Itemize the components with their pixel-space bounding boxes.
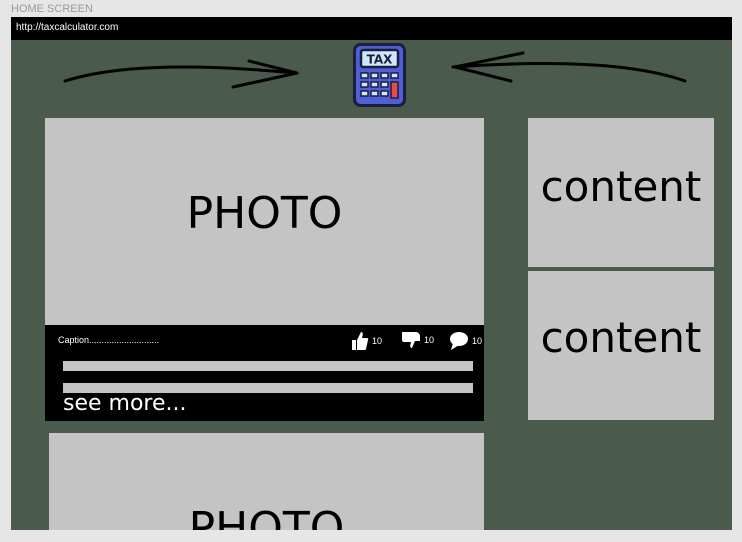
content-label: content	[540, 162, 702, 211]
caption-line	[63, 361, 473, 371]
content-card[interactable]: content	[528, 271, 714, 420]
like-count: 10	[372, 336, 383, 346]
calculator-icon[interactable]: TAX	[353, 43, 406, 107]
arrow-left-icon	[451, 51, 687, 83]
see-more-link[interactable]: see more...	[63, 391, 187, 416]
content-card[interactable]: content	[528, 118, 714, 267]
thumbs-down-icon	[402, 332, 420, 348]
comment-stat[interactable]: 10	[449, 331, 482, 351]
dislike-count: 10	[424, 335, 435, 345]
post-caption-bar: Caption............................ 10 1…	[45, 325, 484, 421]
logo-text: TAX	[367, 53, 394, 67]
thumbs-up-icon	[352, 332, 369, 350]
like-stat[interactable]: 10	[351, 331, 382, 351]
post-photo[interactable]: PHOTO	[49, 433, 484, 530]
address-bar[interactable]: http://taxcalculator.com	[11, 17, 732, 40]
content-label: content	[540, 313, 702, 362]
arrow-right-icon	[63, 59, 299, 89]
post-photo[interactable]: PHOTO	[45, 118, 484, 325]
screen-label: HOME SCREEN	[11, 3, 93, 15]
caption-text: Caption............................	[58, 335, 160, 345]
browser-frame: http://taxcalculator.com TAX PHOTO Capti…	[11, 17, 732, 530]
comment-icon	[450, 332, 468, 350]
photo-label: PHOTO	[186, 188, 343, 239]
comment-count: 10	[472, 336, 483, 346]
photo-label: PHOTO	[188, 503, 345, 530]
dislike-stat[interactable]: 10	[401, 331, 434, 349]
url-text[interactable]: http://taxcalculator.com	[16, 22, 118, 33]
